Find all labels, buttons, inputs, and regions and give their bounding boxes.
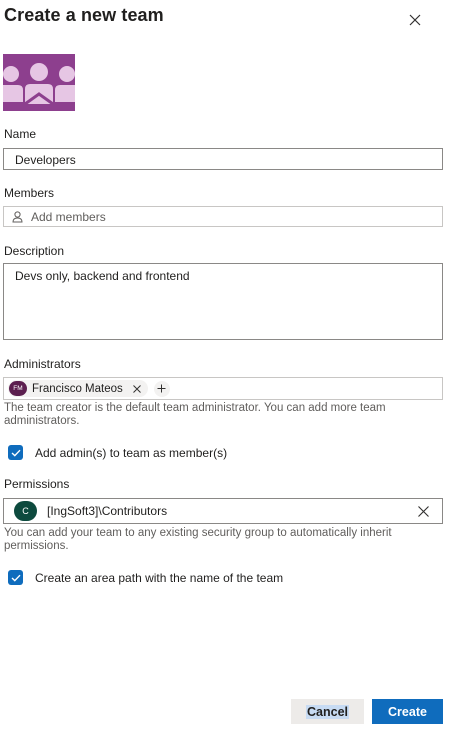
remove-admin-button[interactable]: [132, 384, 142, 394]
area-path-checkbox[interactable]: Create an area path with the name of the…: [8, 570, 283, 585]
permissions-picker[interactable]: C [IngSoft3]\Contributors: [3, 498, 443, 524]
add-admin-as-member-label: Add admin(s) to team as member(s): [35, 445, 228, 460]
administrators-help: The team creator is the default team adm…: [4, 402, 386, 427]
permissions-group-name: [IngSoft3]\Contributors: [47, 504, 168, 518]
checkbox[interactable]: [8, 570, 23, 585]
description-label: Description: [4, 244, 65, 258]
cancel-label: Cancel: [306, 704, 349, 719]
checkmark-icon: [11, 574, 21, 582]
permissions-label: Permissions: [4, 477, 70, 491]
administrators-picker[interactable]: FM Francisco Mateos: [3, 377, 443, 400]
close-icon: [132, 384, 141, 393]
group-avatar: C: [14, 501, 37, 521]
name-input[interactable]: Developers: [3, 148, 443, 170]
plus-icon: [157, 384, 166, 393]
admin-persona-chip: FM Francisco Mateos: [8, 380, 148, 397]
admin-name: Francisco Mateos: [32, 382, 123, 395]
dialog-title: Create a new team: [4, 5, 164, 25]
administrators-label: Administrators: [4, 357, 81, 371]
close-icon: [409, 14, 421, 26]
area-path-label: Create an area path with the name of the…: [35, 570, 284, 585]
avatar: FM: [9, 381, 27, 396]
create-button[interactable]: Create: [372, 699, 443, 724]
clear-permissions-button[interactable]: [417, 505, 430, 518]
permissions-help: You can add your team to any existing se…: [4, 527, 392, 552]
team-group-icon: [3, 63, 75, 106]
members-placeholder: Add members: [31, 209, 106, 224]
description-textarea[interactable]: Devs only, backend and frontend: [3, 263, 443, 340]
add-admin-as-member-checkbox[interactable]: Add admin(s) to team as member(s): [8, 445, 227, 460]
members-input[interactable]: Add members: [3, 206, 443, 227]
team-avatar-tile[interactable]: [3, 54, 75, 111]
add-admin-button[interactable]: [153, 380, 170, 397]
checkmark-icon: [11, 449, 21, 457]
members-label: Members: [4, 186, 55, 200]
name-input-value: Developers: [15, 153, 76, 167]
person-icon: [12, 210, 23, 222]
name-label: Name: [4, 127, 37, 141]
description-value: Devs only, backend and frontend: [15, 269, 190, 283]
checkbox[interactable]: [8, 445, 23, 460]
close-button[interactable]: [404, 9, 426, 31]
close-icon: [418, 506, 429, 517]
cancel-button[interactable]: Cancel: [291, 699, 364, 724]
